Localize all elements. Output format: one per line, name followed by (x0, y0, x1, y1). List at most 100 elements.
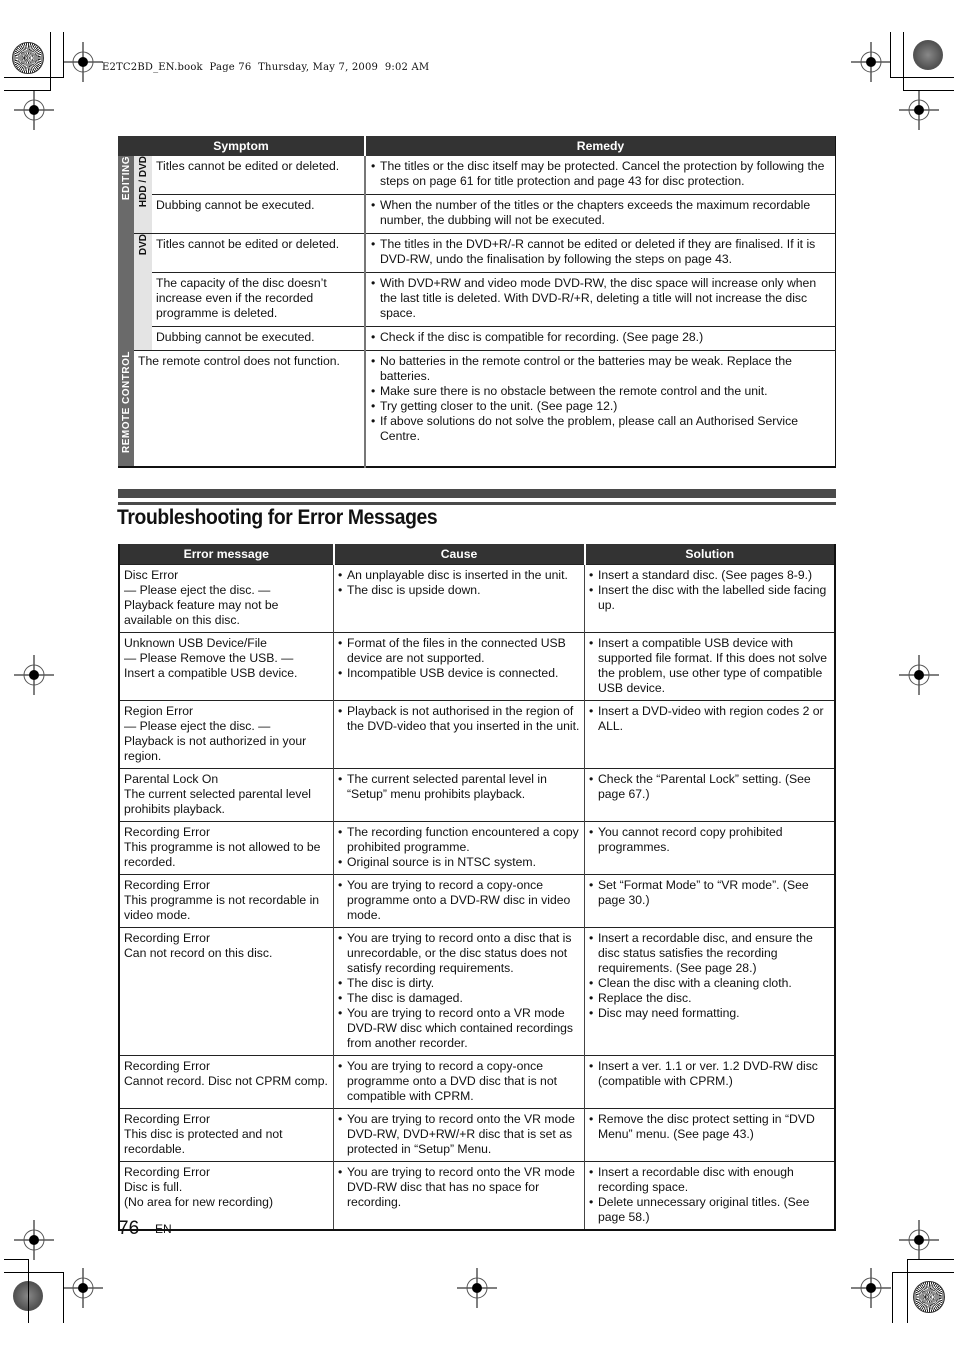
page-number: 76 (118, 1218, 140, 1239)
error-message-line: (No area for new recording) (124, 1195, 274, 1209)
table-row: Recording Error This programme is not rec… (119, 874, 835, 928)
solution-cell: Insert a recordable disc, and ensure the… (584, 927, 835, 1056)
bullet-item: Insert the disc with the labelled side f… (589, 583, 830, 613)
bullet-item: Try getting closer to the unit. (See pag… (371, 399, 831, 414)
error-message-cell: Recording Error Cannot record. Disc not C… (119, 1055, 334, 1109)
section-divider-thick (118, 489, 836, 498)
print-slug: E2TC2BD_EN.book Page 76 Thursday, May 7,… (102, 62, 430, 73)
cause-cell: You are trying to record a copy-once pro… (333, 1055, 585, 1109)
cause-cell: Format of the files in the connected USB… (333, 632, 585, 701)
cause-cell: You are trying to record a copy-once pro… (333, 874, 585, 928)
bullet-item: The disc is dirty. (338, 976, 580, 991)
color-disc-mark-bottom-right (913, 1281, 945, 1313)
section-divider-thin (118, 502, 836, 505)
error-message-line: Recording Error (124, 931, 211, 945)
remedy-cell: With DVD+RW and video mode DVD-RW, the d… (364, 272, 836, 327)
solution-cell: Insert a standard disc. (See pages 8-9.)… (584, 564, 835, 633)
table-row: DVD Titles cannot be edited or deleted. … (118, 233, 836, 351)
symptom-cell: Titles cannot be edited or deleted. (152, 233, 365, 273)
symptom-cell: Dubbing cannot be executed. (152, 326, 365, 351)
subcategory-hdd-dvd: HDD / DVD (134, 156, 152, 234)
bullet-item: Replace the disc. (589, 991, 830, 1006)
solution-cell: Insert a recordable disc with enough rec… (584, 1161, 835, 1230)
registration-mark-icon (14, 90, 54, 130)
error-message-line: This programme is not allowed to be reco… (124, 840, 321, 869)
error-message-cell: Recording Error This programme is not all… (119, 821, 334, 875)
error-message-cell: Region Error — Please eject the disc. — Pl… (119, 700, 334, 769)
table-row: The capacity of the disc doesn’t increas… (118, 272, 836, 327)
bullet-item: Format of the files in the connected USB… (338, 636, 580, 666)
cause-cell: You are trying to record onto a disc tha… (333, 927, 585, 1056)
error-message-cell: Recording Error This disc is protected an… (119, 1108, 334, 1162)
bullet-item: Delete unnecessary original titles. (See… (589, 1195, 830, 1225)
bullet-item: When the number of the titles or the cha… (371, 198, 831, 228)
bullet-item: Insert a recordable disc, and ensure the… (589, 931, 830, 976)
error-message-table: Error message Cause Solution Disc Error —… (118, 544, 836, 1231)
error-message-line: Disc Error (124, 568, 179, 582)
error-message-line: Recording Error (124, 878, 211, 892)
error-message-cell: Recording Error This programme is not rec… (119, 874, 334, 928)
remedy-cell: The titles or the disc itself may be pro… (364, 156, 836, 195)
table-row: Recording Error Disc is full. (No area for… (119, 1161, 835, 1230)
bullet-item: Disc may need formatting. (589, 1006, 830, 1021)
bullet-item: The current selected parental level in “… (338, 772, 580, 802)
table-row: Region Error — Please eject the disc. — Pl… (119, 700, 835, 769)
solution-cell: Insert a compatible USB device with supp… (584, 632, 835, 701)
registration-mark-icon (63, 1268, 103, 1308)
bullet-item: An unplayable disc is inserted in the un… (338, 568, 580, 583)
bullet-item: Incompatible USB device is connected. (338, 666, 580, 681)
cause-header: Cause (332, 544, 585, 565)
bullet-item: The disc is damaged. (338, 991, 580, 1006)
bullet-item: You cannot record copy prohibited progra… (589, 825, 830, 855)
registration-mark-icon (899, 655, 939, 695)
bullet-item: If above solutions do not solve the prob… (371, 414, 831, 444)
error-message-cell: Disc Error — Please eject the disc. — Play… (119, 564, 334, 633)
bullet-item: You are trying to record onto the VR mod… (338, 1165, 580, 1210)
bullet-item: The titles or the disc itself may be pro… (371, 159, 831, 189)
error-message-line: — Please eject the disc. — (124, 583, 271, 597)
table-row: Recording Error This programme is not all… (119, 821, 835, 875)
table-row: Disc Error — Please eject the disc. — Play… (119, 564, 835, 633)
bullet-item: The disc is upside down. (338, 583, 580, 598)
bullet-item: You are trying to record onto the VR mod… (338, 1112, 580, 1157)
solution-cell: Insert a ver. 1.1 or ver. 1.2 DVD-RW dis… (584, 1055, 835, 1109)
cause-cell: The recording function encountered a cop… (333, 821, 585, 875)
table-row: Recording Error This disc is protected an… (119, 1108, 835, 1162)
cause-cell: You are trying to record onto the VR mod… (333, 1161, 585, 1230)
error-message-line: Unknown USB Device/File (124, 636, 267, 650)
error-message-cell: Recording Error Disc is full. (No area for… (119, 1161, 334, 1230)
table-row: Dubbing cannot be executed. Check if the… (118, 326, 836, 351)
remedy-cell: Check if the disc is compatible for reco… (364, 326, 836, 351)
remedy-header: Remedy (364, 136, 836, 156)
remedy-cell: The titles in the DVD+R/-R cannot be edi… (364, 233, 836, 273)
error-message-line: Playback feature may not be available on… (124, 598, 279, 627)
table-row: Unknown USB Device/File — Please Remove t… (119, 632, 835, 701)
registration-mark-icon (457, 1268, 497, 1308)
error-message-cell: Parental Lock On The current selected par… (119, 768, 334, 822)
error-message-line: This programme is not recordable in vide… (124, 893, 320, 922)
registration-mark-icon (899, 1220, 939, 1260)
registration-mark-icon (14, 1220, 54, 1260)
bullet-item: Playback is not authorised in the region… (338, 704, 580, 734)
table-row: EDITING HDD / DVD Titles cannot be edite… (118, 156, 836, 351)
bullet-item: Check if the disc is compatible for reco… (371, 330, 831, 345)
symptom-cell: The remote control does not function. (134, 350, 365, 467)
bullet-item: You are trying to record a copy-once pro… (338, 1059, 580, 1104)
bullet-item: Insert a DVD-video with region codes 2 o… (589, 704, 830, 734)
registration-mark-icon (899, 90, 939, 130)
error-message-line: Parental Lock On (124, 772, 219, 786)
solution-cell: Remove the disc protect setting in “DVD … (584, 1108, 835, 1162)
bullet-item: Check the “Parental Lock” setting. (See … (589, 772, 830, 802)
table-row: Dubbing cannot be executed. When the num… (118, 194, 836, 234)
table-row: REMOTE CONTROL The remote control does n… (118, 350, 836, 467)
bullet-item: The titles in the DVD+R/-R cannot be edi… (371, 237, 831, 267)
bullet-item: No batteries in the remote control or th… (371, 354, 831, 384)
error-message-line: Recording Error (124, 825, 211, 839)
symptom-cell: Dubbing cannot be executed. (152, 194, 365, 234)
registration-mark-icon (851, 1268, 891, 1308)
error-message-line: Can not record on this disc. (124, 946, 273, 960)
registration-mark-icon (851, 42, 891, 82)
error-message-line: Recording Error (124, 1112, 211, 1126)
category-remote-control: REMOTE CONTROL (118, 350, 134, 467)
cause-cell: You are trying to record onto the VR mod… (333, 1108, 585, 1162)
